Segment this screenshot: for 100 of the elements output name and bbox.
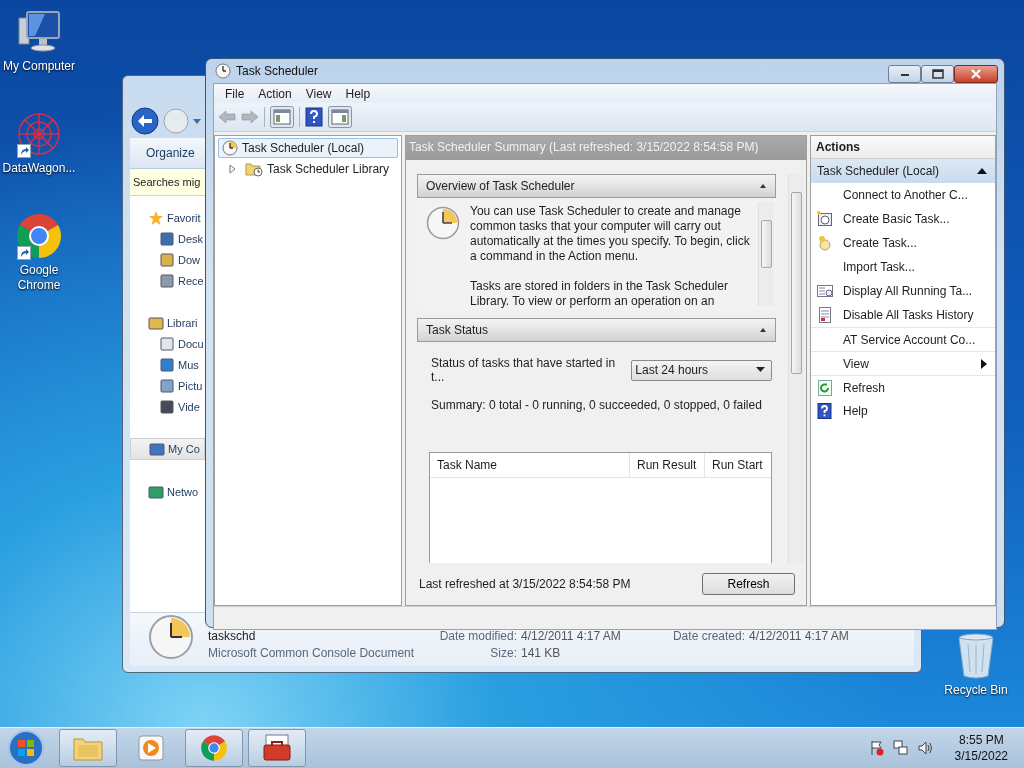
command-item[interactable]: AT Service Account Co... [811, 327, 995, 351]
clock-icon [148, 614, 194, 660]
column-header[interactable]: Run Start [705, 453, 771, 477]
file-type: Microsoft Common Console Document [208, 646, 416, 660]
actions-title: Actions [811, 136, 995, 159]
desktop-shortcut[interactable]: DataWagon... [0, 110, 78, 176]
scrollbar[interactable] [788, 174, 804, 563]
nav-item[interactable]: Pictu [130, 375, 205, 396]
command-item[interactable]: Refresh [811, 375, 995, 399]
close-icon [970, 69, 982, 79]
nav-item[interactable]: Docu [130, 333, 205, 354]
close-button[interactable] [954, 65, 998, 83]
refresh-icon [817, 379, 833, 396]
toolbox-icon [262, 734, 292, 762]
help-icon[interactable] [305, 107, 323, 127]
command-item[interactable]: Create Basic Task... [811, 207, 995, 231]
expand-arrow-icon[interactable] [229, 164, 237, 174]
property-label: Date modified: [438, 629, 517, 643]
clock[interactable]: 8:55 PM 3/15/2022 [954, 732, 1008, 764]
description-text: You can use Task Scheduler to create and manage common tasks that your computer will carry out automatically at the times you specify. To begin, click a command in the Action menu. [470, 204, 750, 264]
tree-item[interactable]: Task Scheduler (Local) [218, 138, 398, 158]
property-label: Date created: [671, 629, 745, 643]
folder-icon [73, 735, 103, 761]
submenu-arrow-icon [981, 358, 987, 369]
column-header[interactable]: Run Result [630, 453, 705, 477]
summary-header: Task Scheduler Summary (Last refreshed: 3/15/2022 8:54:58 PM) [406, 136, 806, 160]
section-header[interactable]: Overview of Task Scheduler [417, 174, 776, 198]
clock-icon [222, 140, 238, 156]
caret-icon[interactable] [192, 117, 202, 125]
desktop-shortcut[interactable]: Google Chrome [0, 212, 78, 293]
command-item[interactable]: Import Task... [811, 255, 995, 279]
show-action-pane-icon[interactable] [328, 106, 352, 128]
task-list-icon [817, 283, 833, 299]
help-icon [817, 403, 833, 419]
filter-label: Status of tasks that have started in t... [431, 356, 617, 384]
property-value: 4/12/2011 4:17 AM [521, 629, 622, 643]
organize-button[interactable]: Organize [140, 144, 201, 162]
caret-icon [756, 367, 765, 373]
window-title: Task Scheduler [236, 64, 319, 78]
clock-icon [215, 63, 231, 79]
folder-clock-icon [245, 161, 263, 177]
collapse-caret-icon[interactable] [759, 327, 767, 333]
start-button[interactable] [6, 728, 46, 768]
minimize-icon [899, 71, 910, 77]
action-center-flag-icon[interactable] [868, 740, 885, 756]
scrollbar[interactable] [758, 202, 774, 306]
task-icon [817, 211, 833, 227]
command-item[interactable]: View [811, 351, 995, 375]
property-label: Size: [489, 646, 517, 660]
nav-item[interactable]: Mus [130, 354, 205, 375]
menu-item[interactable]: View [298, 86, 339, 101]
taskbar-button[interactable] [185, 729, 243, 767]
show-tree-icon[interactable] [270, 106, 294, 128]
desktop-shortcut[interactable]: Recycle Bin [938, 632, 1014, 698]
nav-item[interactable]: My Co [130, 438, 205, 460]
nav-item[interactable]: Dow [130, 249, 205, 270]
action-group-header[interactable]: Task Scheduler (Local) [811, 159, 995, 183]
network-graph-icon [15, 110, 63, 158]
property-value: 141 KB [521, 646, 562, 660]
section-header[interactable]: Task Status [417, 318, 776, 342]
tree-item[interactable]: Task Scheduler Library [241, 159, 394, 179]
menu-item[interactable]: Help [338, 86, 378, 101]
volume-icon[interactable] [916, 740, 933, 756]
chrome-icon [15, 212, 63, 260]
column-header[interactable]: Task Name [430, 453, 630, 477]
command-item[interactable]: Display All Running Ta... [811, 279, 995, 303]
collapse-caret-icon[interactable] [759, 183, 767, 189]
task-icon [817, 235, 833, 251]
description-text: Tasks are stored in folders in the Task Scheduler Library. To view or perform an operation on an [470, 279, 729, 309]
menu-item[interactable]: Action [251, 86, 299, 101]
command-item[interactable]: Connect to Another C... [811, 183, 995, 207]
taskbar-button[interactable] [248, 729, 306, 767]
recycle-bin-icon [956, 632, 996, 680]
nav-item[interactable]: Netwo [130, 481, 205, 502]
clock-icon [426, 206, 460, 240]
maximize-icon [931, 69, 944, 79]
back-icon[interactable] [130, 106, 160, 136]
nav-item[interactable]: Librari [130, 312, 205, 333]
nav-item[interactable]: Vide [130, 396, 205, 417]
command-item[interactable]: Disable All Tasks History [811, 303, 995, 327]
command-item[interactable]: Help [811, 399, 995, 423]
chrome-icon [200, 734, 228, 762]
command-item[interactable]: Create Task... [811, 231, 995, 255]
nav-item[interactable]: Desk [130, 228, 205, 249]
info-bar[interactable]: Searches mig [130, 169, 205, 196]
desktop-shortcut[interactable]: My Computer [0, 8, 78, 74]
file-name: taskschd [208, 629, 257, 643]
property-value: 4/12/2011 4:17 AM [749, 629, 849, 643]
time-range-dropdown[interactable]: Last 24 hours [631, 359, 772, 381]
refresh-button[interactable]: Refresh [702, 573, 795, 595]
star-icon [148, 209, 164, 226]
last-refreshed-text: Last refreshed at 3/15/2022 8:54:58 PM [419, 577, 631, 591]
minimize-button[interactable] [888, 65, 921, 83]
log-icon [817, 307, 833, 323]
maximize-button[interactable] [921, 65, 954, 83]
nav-item[interactable]: Rece [130, 270, 205, 291]
menu-item[interactable]: File [218, 86, 252, 101]
collapse-caret-icon[interactable] [977, 167, 987, 175]
media-player-icon [138, 735, 164, 761]
nav-item[interactable]: Favorit [130, 207, 205, 228]
